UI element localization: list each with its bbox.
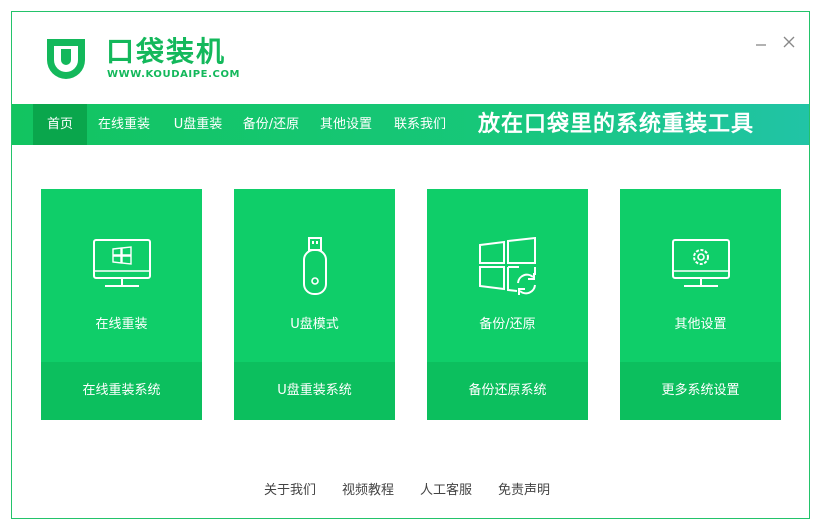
close-icon[interactable] — [781, 34, 797, 50]
card-action-button[interactable]: 在线重装系统 — [41, 362, 202, 420]
card-top[interactable]: U盘模式 — [234, 189, 395, 362]
card-title: U盘模式 — [290, 317, 339, 332]
monitor-windows-icon — [92, 239, 151, 287]
card-backup-restore[interactable]: 备份/还原 备份还原系统 — [427, 189, 588, 420]
card-top[interactable]: 在线重装 — [41, 189, 202, 362]
nav-item-other-settings[interactable]: 其他设置 — [314, 104, 378, 145]
minimize-icon[interactable] — [753, 34, 769, 50]
nav-item-usb-reinstall[interactable]: U盘重装 — [167, 104, 229, 145]
footer-link-video-tutorial[interactable]: 视频教程 — [342, 479, 394, 498]
header: 口袋装机 WWW.KOUDAIPE.COM — [12, 12, 809, 104]
card-action-button[interactable]: 更多系统设置 — [620, 362, 781, 420]
card-usb-mode[interactable]: U盘模式 U盘重装系统 — [234, 189, 395, 420]
windows-restore-icon — [478, 237, 536, 295]
card-title: 其他设置 — [674, 317, 727, 332]
slogan: 放在口袋里的系统重装工具 — [478, 112, 755, 137]
card-other-settings[interactable]: 其他设置 更多系统设置 — [620, 189, 781, 420]
nav-bar: 首页 在线重装 U盘重装 备份/还原 其他设置 联系我们 放在口袋里的系统重装工… — [12, 104, 809, 145]
usb-drive-icon — [302, 237, 327, 295]
nav-item-contact-us[interactable]: 联系我们 — [388, 104, 452, 145]
card-title: 在线重装 — [95, 317, 148, 332]
card-title: 备份/还原 — [479, 317, 536, 332]
footer-link-customer-service[interactable]: 人工客服 — [420, 479, 472, 498]
nav-item-backup-restore[interactable]: 备份/还原 — [236, 104, 306, 145]
logo-icon — [47, 39, 85, 79]
card-action-button[interactable]: U盘重装系统 — [234, 362, 395, 420]
card-top[interactable]: 备份/还原 — [427, 189, 588, 362]
card-online-reinstall[interactable]: 在线重装 在线重装系统 — [41, 189, 202, 420]
footer-link-about-us[interactable]: 关于我们 — [264, 479, 316, 498]
app-window: 口袋装机 WWW.KOUDAIPE.COM 首页 在线重装 U盘重装 备份/还原… — [11, 11, 810, 519]
nav-item-home[interactable]: 首页 — [33, 104, 87, 145]
nav-item-online-reinstall[interactable]: 在线重装 — [91, 104, 157, 145]
card-action-button[interactable]: 备份还原系统 — [427, 362, 588, 420]
monitor-gear-icon — [671, 239, 730, 287]
card-top[interactable]: 其他设置 — [620, 189, 781, 362]
app-name: 口袋装机 — [106, 35, 227, 68]
app-domain: WWW.KOUDAIPE.COM — [107, 69, 241, 80]
footer-link-disclaimer[interactable]: 免责声明 — [498, 479, 550, 498]
